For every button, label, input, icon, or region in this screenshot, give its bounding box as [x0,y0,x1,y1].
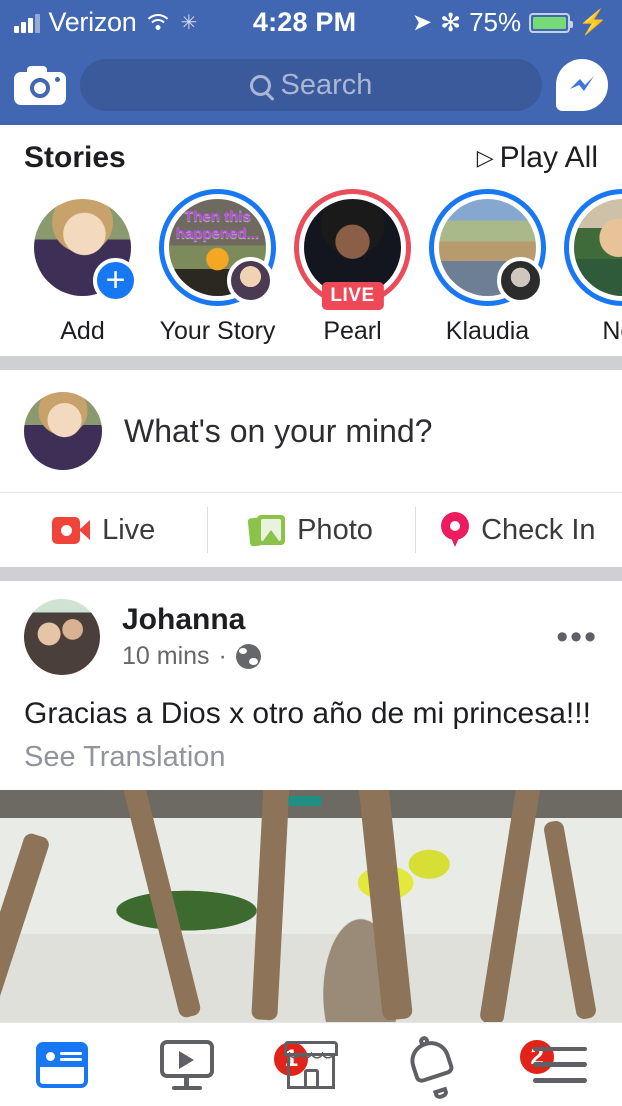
facebook-app-screen: Verizon ✳ 4:28 PM ➤ ✻ 75% ⚡ Search Stori… [0,0,622,1106]
charging-bolt-icon: ⚡ [578,9,608,36]
post-subtitle: 10 mins · [122,642,544,671]
live-button[interactable]: Live [0,493,207,567]
story-ring [429,189,546,306]
play-triangle-icon: ▷ [476,145,494,170]
battery-percent: 75% [469,7,522,37]
post-separator: · [218,642,227,670]
bell-icon [405,1034,465,1100]
photo-icon [247,514,286,547]
story-item-klaudia[interactable]: Klaudia [429,189,546,346]
nav-marketplace[interactable] [249,1023,373,1106]
bluetooth-icon: ✻ [440,8,462,37]
story-ring: Then this happened... [159,189,276,306]
story-item-your-story[interactable]: Then this happened... Your Story [159,189,276,346]
composer-placeholder: What's on your mind? [124,412,433,449]
story-label: Nor [602,317,622,345]
messenger-icon[interactable] [556,59,608,111]
globe-icon [235,644,261,669]
nav-news-feed[interactable] [0,1023,124,1106]
stories-section: Stories ▷ Play All + Add Then this happe… [0,125,622,356]
messenger-bolt-glyph [570,76,594,91]
app-header: Search [0,45,622,125]
wifi-icon [145,13,171,32]
search-input[interactable]: Search [80,59,542,111]
stories-list[interactable]: + Add Then this happened... Your Story L… [0,183,622,346]
play-all-label: Play All [499,141,598,174]
post-text: Gracias a Dios x otro año de mi princesa… [24,697,591,730]
story-item-pearl[interactable]: LIVE Pearl [294,189,411,346]
search-icon [249,74,271,96]
marketplace-icon [284,1040,339,1089]
composer-actions: Live Photo Check In [0,493,622,567]
news-feed-icon [36,1041,89,1088]
story-thumbnail [574,199,622,296]
location-pin-icon [441,512,470,548]
watch-icon [159,1039,214,1090]
nav-menu[interactable] [498,1023,622,1106]
section-divider [0,567,622,581]
more-options-icon[interactable]: ••• [544,618,598,657]
section-divider [0,356,622,370]
story-mini-avatar [227,257,274,304]
stories-title: Stories [24,141,126,174]
post-header: Johanna 10 mins · ••• [0,581,622,681]
live-video-icon [52,516,91,544]
story-label: Add [60,317,105,345]
stories-header: Stories ▷ Play All [0,141,622,183]
feed-post: Johanna 10 mins · ••• Gracias a Dios x o… [0,581,622,1022]
avatar [24,392,102,470]
story-label: Klaudia [445,317,530,345]
see-translation-link[interactable]: See Translation [0,731,622,790]
story-ring [564,189,622,306]
check-in-label: Check In [481,513,596,546]
carrier-name: Verizon [48,7,137,37]
story-item-add[interactable]: + Add [24,189,141,346]
bottom-navigation: 1 2 [0,1022,622,1106]
location-arrow-icon: ➤ [411,8,433,37]
signal-strength-icon [14,13,40,33]
story-ring: LIVE [294,189,411,310]
avatar[interactable] [24,599,100,675]
hamburger-menu-icon [532,1046,587,1083]
play-all-button[interactable]: ▷ Play All [477,141,598,175]
check-in-button[interactable]: Check In [414,493,622,567]
post-composer[interactable]: What's on your mind? [0,370,622,492]
battery-icon [529,12,574,33]
nav-watch[interactable]: 1 [124,1023,311,1106]
story-overlay-text: Then this happened... [175,208,260,243]
search-placeholder: Search [280,68,373,101]
post-timestamp: 10 mins [122,642,210,670]
story-mini-avatar [497,257,544,304]
post-author-name[interactable]: Johanna [122,603,544,637]
story-item-nor[interactable]: Nor [564,189,622,346]
status-bar-clock: 4:28 PM [252,7,357,37]
camera-icon[interactable] [14,65,66,105]
story-label: Your Story [159,317,276,345]
sync-icon: ✳ [180,12,198,34]
live-badge: LIVE [321,282,384,310]
story-label: Pearl [323,317,382,345]
photo-label: Photo [297,513,373,546]
story-ring: + [24,189,141,306]
post-image[interactable] [0,790,622,1022]
nav-notifications[interactable]: 2 [373,1023,557,1106]
add-story-plus-icon[interactable]: + [93,258,138,303]
status-bar: Verizon ✳ 4:28 PM ➤ ✻ 75% ⚡ [0,0,622,45]
live-label: Live [102,513,156,546]
photo-button[interactable]: Photo [207,493,414,567]
